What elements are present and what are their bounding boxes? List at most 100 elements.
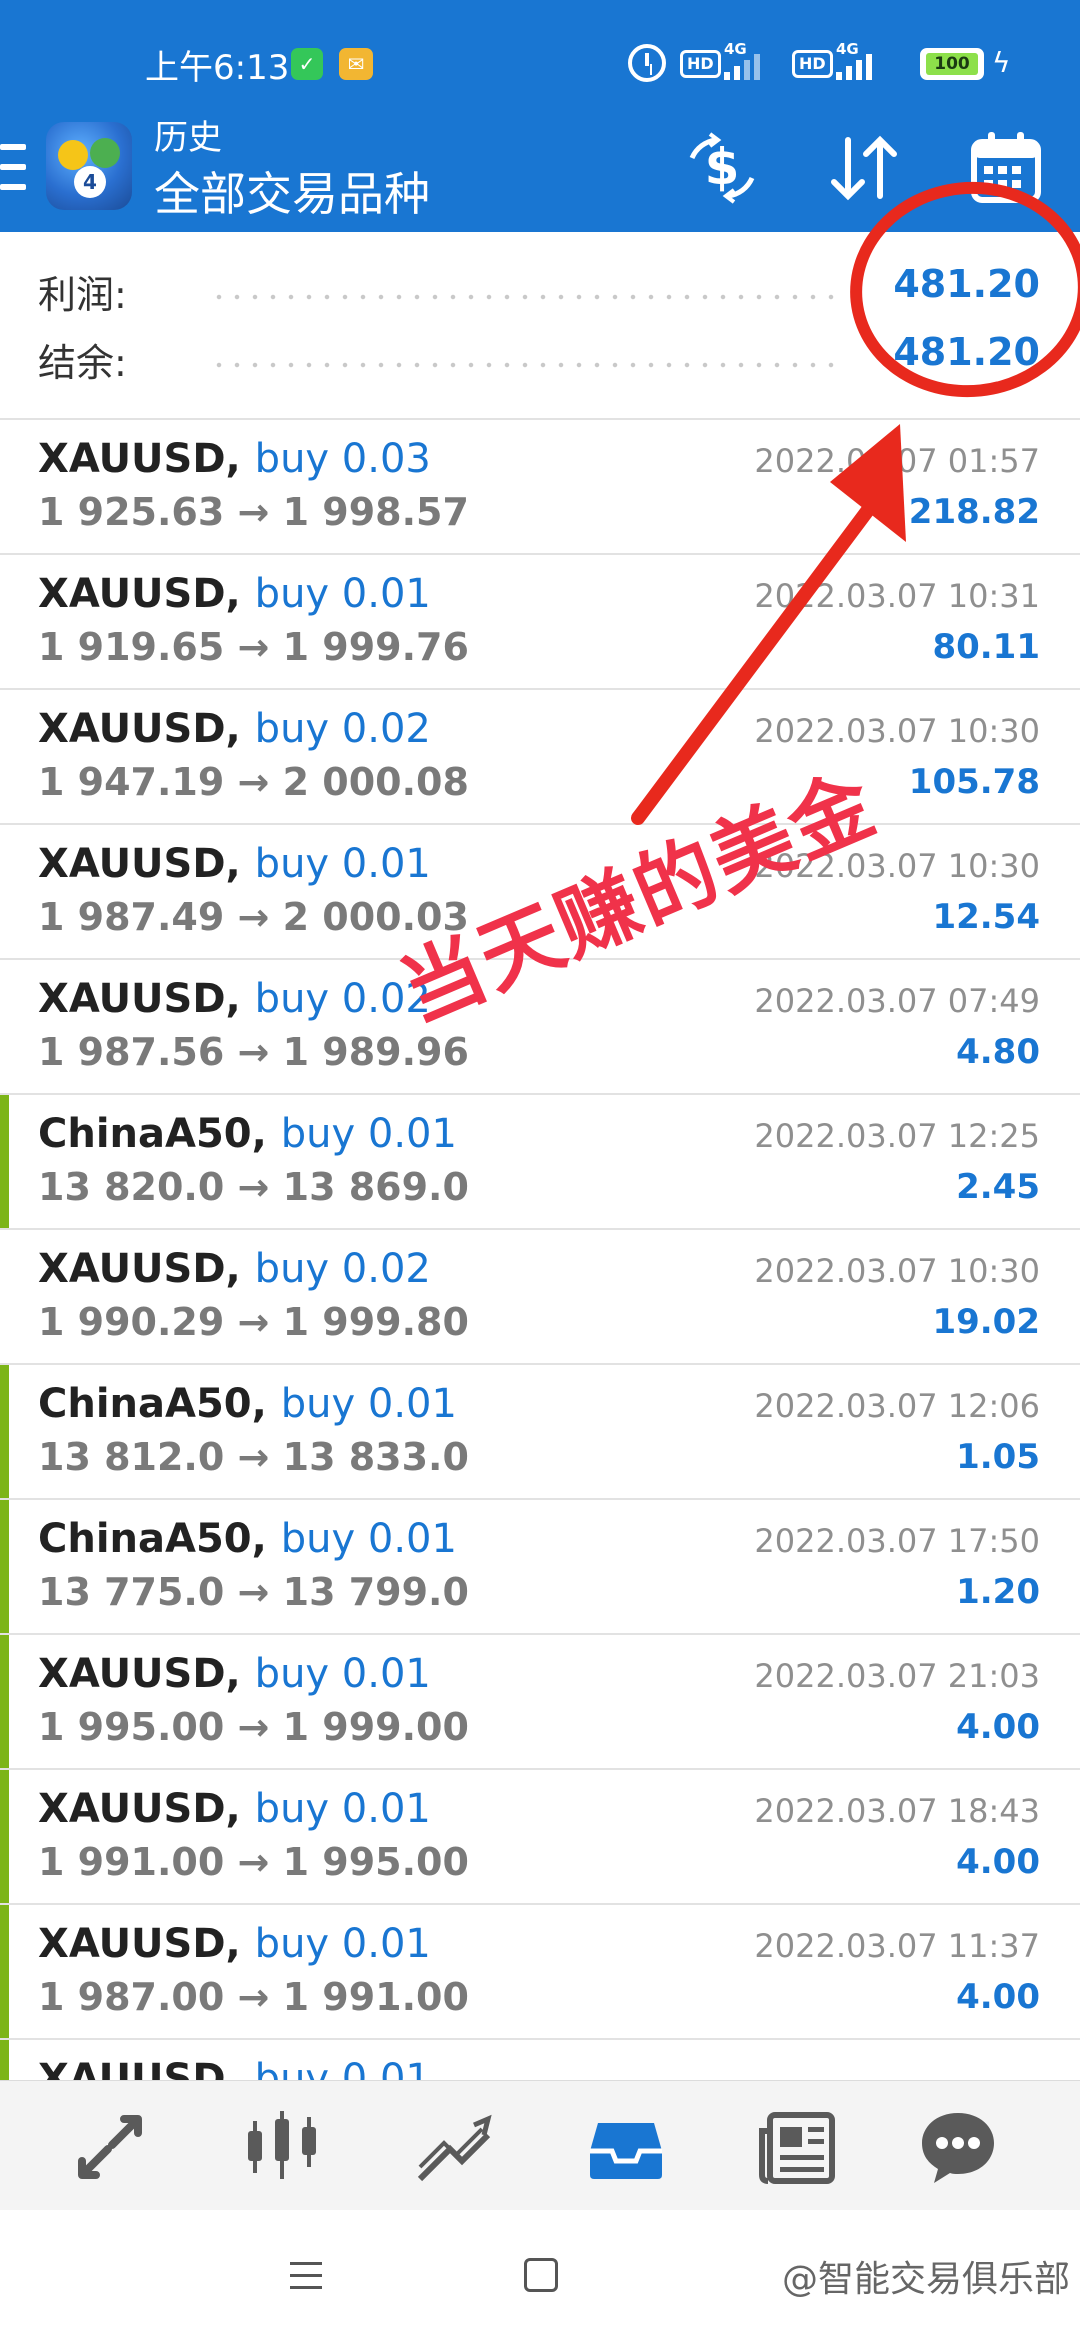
system-nav-bar: @智能交易俱乐部	[0, 2210, 1080, 2340]
open-price: 1 947.19	[38, 760, 225, 804]
deal-symbol: XAUUSD, buy 0.01	[38, 1921, 431, 1967]
open-price: 1 990.29	[38, 1300, 225, 1344]
deal-side-volume: buy 0.01	[280, 1111, 457, 1157]
status-bar: 上午6:13 ✓ ✉ HD 4G HD 4G 100 ϟ	[0, 0, 1080, 120]
deal-symbol: XAUUSD, buy 0.02	[38, 706, 431, 752]
candlestick-icon[interactable]	[240, 2105, 324, 2189]
open-price: 1 919.65	[38, 625, 225, 669]
deal-side-volume: buy 0.01	[254, 1786, 431, 1832]
hd-icon: HD	[792, 50, 833, 78]
recent-apps-icon[interactable]	[290, 2260, 322, 2290]
deal-prices: 13 812.0 → 13 833.0	[38, 1435, 469, 1479]
profit-row: 利润: 481.20	[0, 256, 1080, 317]
deal-prices: 13 775.0 → 13 799.0	[38, 1570, 469, 1614]
deal-side-volume: buy 0.02	[254, 706, 431, 752]
arrow-right-icon: →	[224, 1840, 283, 1884]
deal-time: 2022.03.07 10:31	[754, 577, 1040, 615]
symbol-name: XAUUSD	[38, 1786, 226, 1832]
deal-profit: 1.05	[956, 1437, 1040, 1477]
arrow-right-icon: →	[224, 1165, 283, 1209]
symbol-name: XAUUSD	[38, 1921, 226, 1967]
status-time: 上午6:13	[145, 48, 290, 88]
deal-prices: 1 995.00 → 1 999.00	[38, 1705, 469, 1749]
deal-symbol: XAUUSD, buy 0.03	[38, 436, 431, 482]
deal-profit: 4.00	[956, 1977, 1040, 2017]
open-price: 1 987.49	[38, 895, 225, 939]
deal-row[interactable]: XAUUSD, buy 0.01	[0, 2040, 1080, 2080]
close-price: 13 833.0	[282, 1435, 469, 1479]
profit-value: 481.20	[893, 262, 1040, 306]
symbol-name: XAUUSD	[38, 841, 226, 887]
symbol-name: ChinaA50	[38, 1381, 252, 1427]
arrow-right-icon: →	[224, 1030, 283, 1074]
deal-symbol: XAUUSD, buy 0.02	[38, 1246, 431, 1292]
app-logo: 4	[46, 122, 132, 210]
close-price: 13 799.0	[282, 1570, 469, 1614]
arrow-right-icon: →	[224, 490, 283, 534]
battery-icon: 100	[920, 48, 984, 80]
deal-profit: 12.54	[932, 897, 1040, 937]
page-title[interactable]: 全部交易品种	[154, 158, 430, 224]
newspaper-icon[interactable]	[756, 2105, 840, 2189]
page-subtitle[interactable]: 历史	[154, 110, 222, 159]
open-price: 1 991.00	[38, 1840, 225, 1884]
arrow-right-icon: →	[224, 625, 283, 669]
balance-row: 结余: 481.20	[0, 324, 1080, 385]
deal-prices: 1 925.63 → 1 998.57	[38, 490, 469, 534]
chat-icon[interactable]	[916, 2105, 1000, 2189]
watermark-text: @智能交易俱乐部	[781, 2259, 1070, 2300]
deal-side-volume: buy 0.01	[254, 1651, 431, 1697]
deal-profit: 4.00	[956, 1842, 1040, 1882]
symbol-name: XAUUSD	[38, 976, 226, 1022]
deal-time: 2022.03.07 10:30	[754, 712, 1040, 750]
deal-row[interactable]: XAUUSD, buy 0.02 1 990.29 → 1 999.80 2022.…	[0, 1230, 1080, 1365]
dot-leader	[210, 294, 840, 300]
deal-prices: 1 919.65 → 1 999.76	[38, 625, 469, 669]
deal-time: 2022.03.07 18:43	[754, 1792, 1040, 1830]
menu-icon[interactable]	[0, 144, 26, 190]
arrows-icon[interactable]	[68, 2105, 152, 2189]
currency-exchange-icon[interactable]: $	[682, 128, 762, 208]
deal-row[interactable]: XAUUSD, buy 0.01 1 991.00 → 1 995.00 2022.…	[0, 1770, 1080, 1905]
trend-icon[interactable]	[412, 2105, 496, 2189]
deal-row[interactable]: ChinaA50, buy 0.01 13 812.0 → 13 833.0 202…	[0, 1365, 1080, 1500]
deal-symbol: XAUUSD, buy 0.02	[38, 976, 431, 1022]
symbol-name: XAUUSD	[38, 571, 226, 617]
deal-time: 2022.03.07 10:30	[754, 1252, 1040, 1290]
inbox-icon[interactable]	[584, 2105, 668, 2189]
calendar-icon[interactable]	[966, 128, 1046, 208]
deal-row[interactable]: XAUUSD, buy 0.02 1 947.19 → 2 000.08 2022.…	[0, 690, 1080, 825]
deal-row[interactable]: XAUUSD, buy 0.01 1 987.00 → 1 991.00 2022.…	[0, 1905, 1080, 2040]
sort-icon[interactable]	[824, 128, 904, 208]
symbol-name: XAUUSD	[38, 1246, 226, 1292]
deal-symbol: XAUUSD, buy 0.01	[38, 571, 431, 617]
app-header: 上午6:13 ✓ ✉ HD 4G HD 4G 100 ϟ 4 历史 全部交易品种…	[0, 0, 1080, 232]
deal-row[interactable]: XAUUSD, buy 0.01 1 919.65 → 1 999.76 2022.…	[0, 555, 1080, 690]
deal-side-volume: buy 0.01	[254, 571, 431, 617]
home-icon[interactable]	[524, 2258, 558, 2292]
balance-label: 结余:	[38, 341, 127, 385]
deal-row[interactable]: XAUUSD, buy 0.03 1 925.63 → 1 998.57 2022.…	[0, 420, 1080, 555]
arrow-right-icon: →	[224, 760, 283, 804]
hd-icon: HD	[680, 50, 721, 78]
deal-prices: 1 991.00 → 1 995.00	[38, 1840, 469, 1884]
arrow-right-icon: →	[224, 1300, 283, 1344]
deal-row[interactable]: XAUUSD, buy 0.01 1 995.00 → 1 999.00 2022.…	[0, 1635, 1080, 1770]
deal-prices: 1 987.00 → 1 991.00	[38, 1975, 469, 2019]
deal-profit: 218.82	[908, 492, 1040, 532]
deal-time: 2022.03.07 07:49	[754, 982, 1040, 1020]
open-price: 13 820.0	[38, 1165, 225, 1209]
app-bar: 4 历史 全部交易品种 $	[0, 108, 1080, 232]
symbol-name: XAUUSD	[38, 2056, 226, 2080]
deal-profit: 4.80	[956, 1032, 1040, 1072]
deal-time: 2022.03.07 17:50	[754, 1522, 1040, 1560]
battery-level: 100	[926, 53, 978, 75]
deal-prices: 13 820.0 → 13 869.0	[38, 1165, 469, 1209]
deal-symbol: XAUUSD, buy 0.01	[38, 1786, 431, 1832]
deal-symbol: ChinaA50, buy 0.01	[38, 1516, 457, 1562]
deal-row[interactable]: ChinaA50, buy 0.01 13 820.0 → 13 869.0 202…	[0, 1095, 1080, 1230]
deal-row[interactable]: ChinaA50, buy 0.01 13 775.0 → 13 799.0 202…	[0, 1500, 1080, 1635]
deals-list[interactable]: XAUUSD, buy 0.03 1 925.63 → 1 998.57 2022.…	[0, 420, 1080, 2080]
app-logo-label: 4	[74, 166, 106, 198]
symbol-name: ChinaA50	[38, 1111, 252, 1157]
